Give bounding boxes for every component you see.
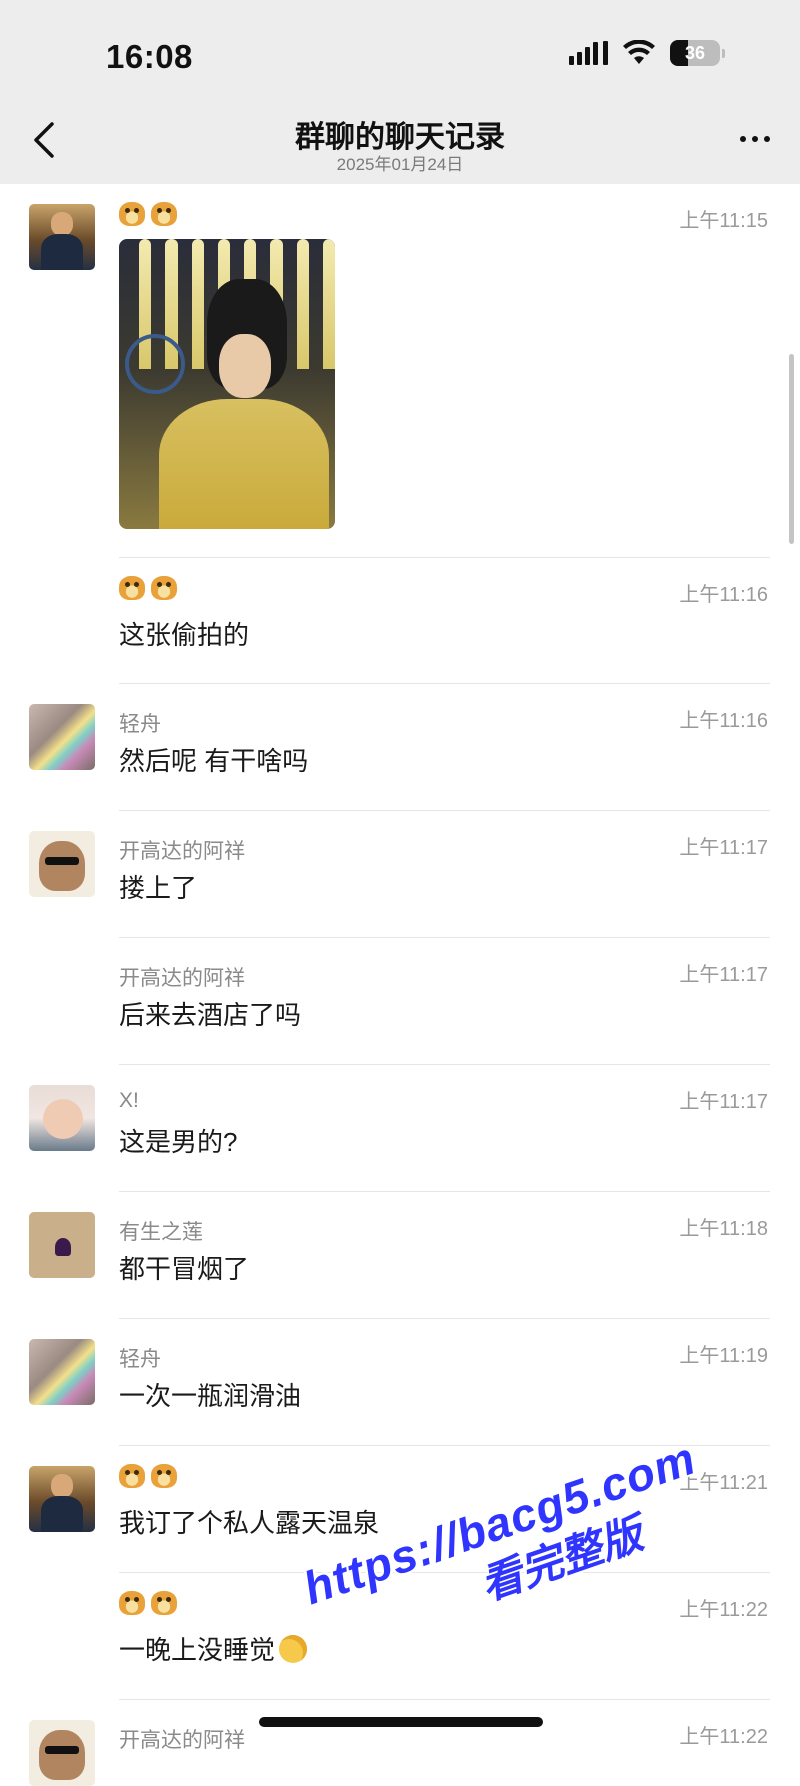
list-item: 开高达的阿祥 上午11:17 搂上了 [0, 811, 800, 938]
avatar[interactable] [29, 1085, 95, 1151]
message-time: 上午11:17 [679, 964, 768, 986]
status-bar: 16:08 36 [0, 0, 800, 100]
message-time: 上午11:22 [679, 1726, 768, 1748]
avatar[interactable] [29, 704, 95, 770]
tiger-emoji-icon [151, 1464, 177, 1488]
message-time: 上午11:16 [679, 584, 768, 606]
nav-bar: 群聊的聊天记录 2025年01月24日 [0, 100, 800, 184]
message-time: 上午11:17 [679, 1091, 768, 1113]
message-photo[interactable] [119, 239, 335, 529]
message-text[interactable]: 都干冒烟了 [119, 1249, 249, 1286]
more-options-icon[interactable] [740, 136, 770, 142]
message-time: 上午11:22 [679, 1599, 768, 1621]
tiger-emoji-icon [119, 576, 145, 600]
message-time: 上午11:17 [679, 837, 768, 859]
tiger-emoji-icon [119, 1591, 145, 1615]
message-time: 上午11:15 [679, 210, 768, 232]
battery-icon: 36 [670, 40, 720, 66]
sender-emoji-name [119, 1464, 177, 1488]
home-indicator[interactable] [259, 1717, 543, 1727]
chat-history-list: 上午11:15 上午11:16 这张偷拍的 轻舟 上午11:16 然后呢 有干啥… [0, 184, 800, 1786]
message-time: 上午11:16 [679, 710, 768, 732]
message-text[interactable]: 这是男的? [119, 1122, 237, 1159]
message-text[interactable]: 这张偷拍的 [119, 615, 249, 652]
sender-name: X! [119, 1089, 139, 1112]
sender-emoji-name [119, 1591, 177, 1615]
sender-name: 开高达的阿祥 [119, 1729, 245, 1752]
tiger-emoji-icon [151, 1591, 177, 1615]
message-text[interactable]: 一次一瓶润滑油 [119, 1376, 301, 1413]
list-item: X! 上午11:17 这是男的? [0, 1065, 800, 1192]
avatar[interactable] [29, 1466, 95, 1532]
tiger-emoji-icon [151, 202, 177, 226]
message-text-content: 一晚上没睡觉 [119, 1635, 276, 1665]
list-item: 上午11:21 我订了个私人露天温泉 [0, 1446, 800, 1573]
wifi-icon [623, 40, 655, 64]
message-time: 上午11:19 [679, 1345, 768, 1367]
avatar[interactable] [29, 1212, 95, 1278]
message-text[interactable]: 一晚上没睡觉 [119, 1630, 308, 1667]
list-item: 轻舟 上午11:19 一次一瓶润滑油 [0, 1319, 800, 1446]
crying-laughing-emoji-icon [279, 1635, 308, 1663]
tiger-emoji-icon [119, 202, 145, 226]
page-subtitle: 2025年01月24日 [336, 155, 464, 174]
sender-name: 轻舟 [119, 1348, 161, 1371]
list-item: 有生之莲 上午11:18 都干冒烟了 [0, 1192, 800, 1319]
message-text[interactable]: 然后呢 有干啥吗 [119, 741, 308, 778]
list-item: 上午11:22 一晚上没睡觉 [0, 1573, 800, 1700]
sender-emoji-name [119, 202, 177, 226]
cellular-signal-icon [569, 41, 608, 65]
message-text[interactable]: 搂上了 [119, 868, 197, 905]
list-item: 轻舟 上午11:16 然后呢 有干啥吗 [0, 684, 800, 811]
tiger-emoji-icon [151, 576, 177, 600]
avatar[interactable] [29, 204, 95, 270]
avatar[interactable] [29, 1720, 95, 1786]
tiger-emoji-icon [119, 1464, 145, 1488]
scroll-indicator[interactable] [789, 354, 794, 544]
list-item: 开高达的阿祥 上午11:22 [0, 1700, 800, 1786]
list-item: 开高达的阿祥 上午11:17 后来去酒店了吗 [0, 938, 800, 1065]
sender-name: 开高达的阿祥 [119, 840, 245, 863]
message-time: 上午11:18 [679, 1218, 768, 1240]
message-time: 上午11:21 [679, 1472, 768, 1494]
sender-name: 开高达的阿祥 [119, 967, 245, 990]
sender-emoji-name [119, 576, 177, 600]
message-text[interactable]: 我订了个私人露天温泉 [119, 1503, 379, 1540]
avatar[interactable] [29, 1339, 95, 1405]
list-item: 上午11:16 这张偷拍的 [0, 558, 800, 684]
status-time: 16:08 [106, 38, 193, 75]
list-item: 上午11:15 [0, 184, 800, 558]
sender-name: 轻舟 [119, 713, 161, 736]
battery-level: 36 [684, 42, 706, 63]
message-text[interactable]: 后来去酒店了吗 [119, 995, 301, 1032]
avatar[interactable] [29, 831, 95, 897]
sender-name: 有生之莲 [119, 1221, 203, 1244]
status-icons: 36 [569, 40, 725, 66]
